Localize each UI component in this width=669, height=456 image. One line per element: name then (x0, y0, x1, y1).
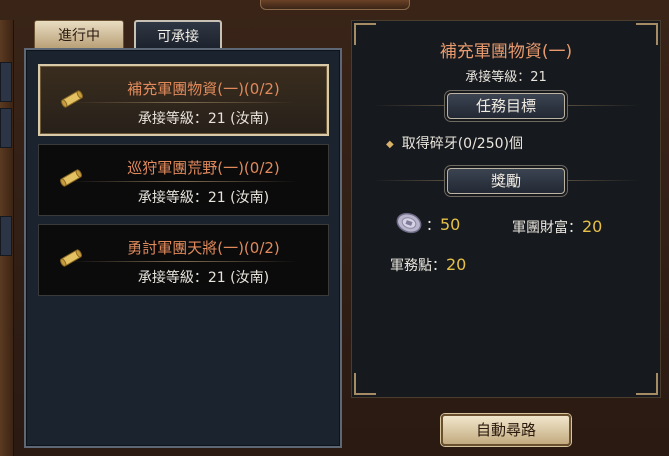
reward-merit-value: 20 (446, 255, 467, 274)
detail-level: 承接等級：21 (465, 70, 547, 85)
objective-line: ◆ 取得碎牙(0/250)個 (386, 133, 523, 153)
left-side-strip (0, 20, 14, 456)
quest-detail-panel: 補充軍團物資(一) 承接等級：21 任務目標 ◆ 取得碎牙(0/250)個 獎勵 … (351, 20, 661, 398)
auto-path-button[interactable]: 自動尋路 (441, 414, 571, 446)
side-tab-2[interactable] (0, 108, 12, 148)
coin-icon (396, 212, 422, 234)
ornament-corner (636, 373, 658, 395)
quest-level: 承接等級：21 (汝南) (137, 270, 270, 286)
side-tab-1[interactable] (0, 62, 12, 102)
quest-level: 承接等級：21 (汝南) (137, 111, 270, 127)
reward-wealth-value: 20 (582, 217, 603, 236)
side-tab-3[interactable] (0, 216, 12, 256)
quest-item-supply[interactable]: 補充軍團物資(一)(0/2) 承接等級：21 (汝南) (38, 64, 329, 136)
quest-item-patrol[interactable]: 巡狩軍團荒野(一)(0/2) 承接等級：21 (汝南) (38, 144, 329, 216)
objective-text: 取得碎牙(0/250)個 (401, 136, 523, 152)
reward-coin: ：50 (426, 215, 460, 235)
reward-coin-value: 50 (440, 215, 461, 234)
diamond-bullet-icon: ◆ (386, 139, 394, 150)
quest-name: 巡狩軍團荒野(一)(0/2) (127, 159, 280, 177)
quest-item-general[interactable]: 勇討軍團天將(一)(0/2) 承接等級：21 (汝南) (38, 224, 329, 296)
reward-merit-label: 軍務點： (390, 258, 446, 274)
quest-window: 進行中 可承接 補充軍團物資(一)(0/2) 承接等級：21 (汝南) 巡狩軍團… (0, 0, 669, 456)
reward-header-label: 獎勵 (447, 168, 565, 194)
reward-wealth-label: 軍團財富： (512, 220, 582, 236)
reward-header: 獎勵 (372, 168, 640, 194)
detail-title: 補充軍團物資(一) (439, 42, 573, 62)
tab-available[interactable]: 可承接 (134, 20, 222, 50)
objective-header: 任務目標 (372, 93, 640, 119)
reward-wealth: 軍團財富：20 (512, 217, 602, 237)
quest-name: 勇討軍團天將(一)(0/2) (127, 239, 280, 257)
reward-coin-sep: ： (426, 218, 440, 234)
quest-level: 承接等級：21 (汝南) (137, 190, 270, 206)
divider (69, 181, 298, 182)
reward-merit: 軍務點：20 (390, 255, 466, 275)
objective-header-label: 任務目標 (447, 93, 565, 119)
window-title-tab (260, 0, 410, 10)
tab-in-progress[interactable]: 進行中 (34, 20, 124, 50)
ornament-corner (354, 373, 376, 395)
quest-name: 補充軍團物資(一)(0/2) (127, 80, 280, 98)
divider (70, 102, 297, 103)
divider (69, 261, 298, 262)
